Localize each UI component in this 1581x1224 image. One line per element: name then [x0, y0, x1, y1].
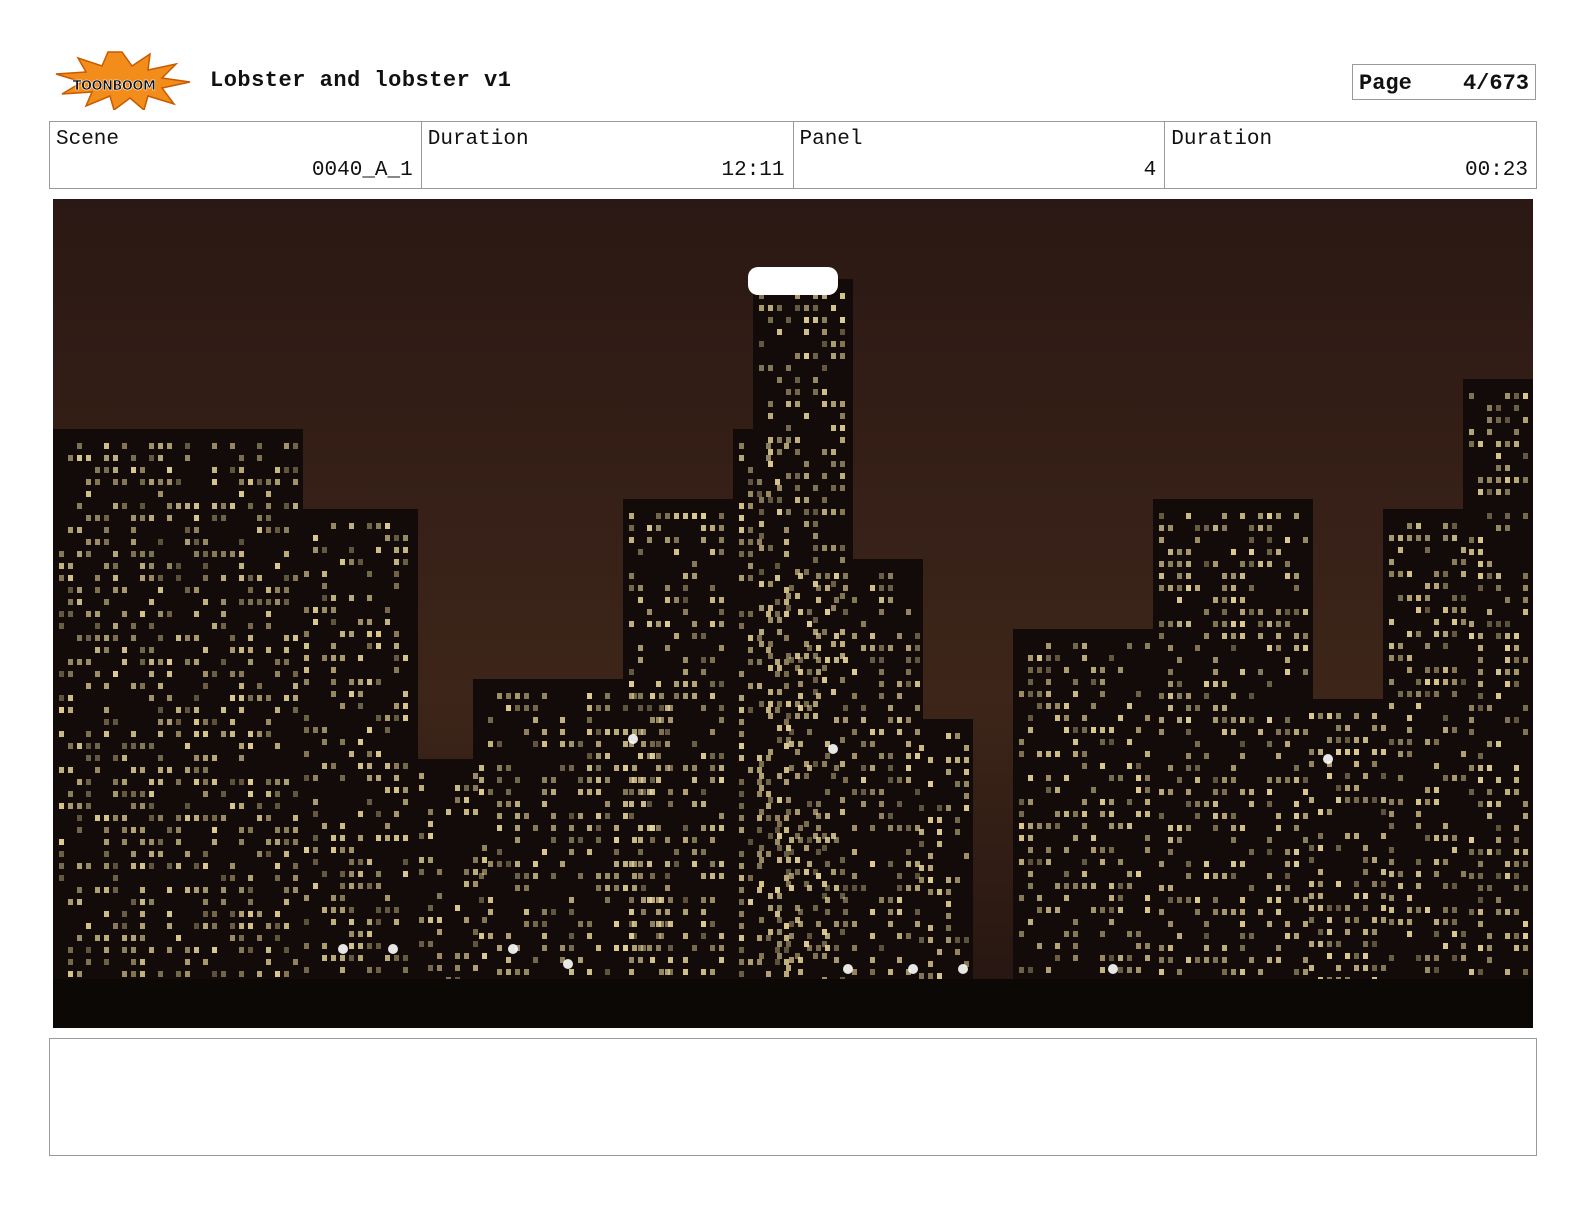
storyboard-panel-image — [53, 199, 1533, 1028]
panel-notes-box — [49, 1038, 1537, 1156]
scene-duration-cell: Duration 12:11 — [422, 122, 794, 188]
panel-value: 4 — [1143, 159, 1157, 182]
page-indicator: Page 4/673 — [1352, 64, 1536, 100]
panel-label: Panel — [799, 128, 863, 151]
toonboom-logo: TOONBOOM — [52, 50, 192, 112]
scene-value: 0040_A_1 — [311, 159, 413, 182]
logo-text: TOONBOOM — [73, 79, 156, 94]
scene-info-table: Scene 0040_A_1 Duration 12:11 Panel 4 Du… — [49, 121, 1537, 189]
scene-label: Scene — [56, 128, 120, 151]
panel-duration-label: Duration — [1171, 128, 1273, 151]
scene-cell: Scene 0040_A_1 — [50, 122, 422, 188]
scene-duration-value: 12:11 — [721, 159, 785, 182]
panel-duration-value: 00:23 — [1464, 159, 1528, 182]
page-label: Page — [1359, 71, 1412, 96]
panel-duration-cell: Duration 00:23 — [1165, 122, 1536, 188]
scene-duration-label: Duration — [427, 128, 529, 151]
page-number: 4/673 — [1462, 71, 1529, 96]
document-title: Lobster and lobster v1 — [210, 68, 512, 93]
panel-cell: Panel 4 — [794, 122, 1166, 188]
night-skyline-illustration — [53, 199, 1533, 1028]
